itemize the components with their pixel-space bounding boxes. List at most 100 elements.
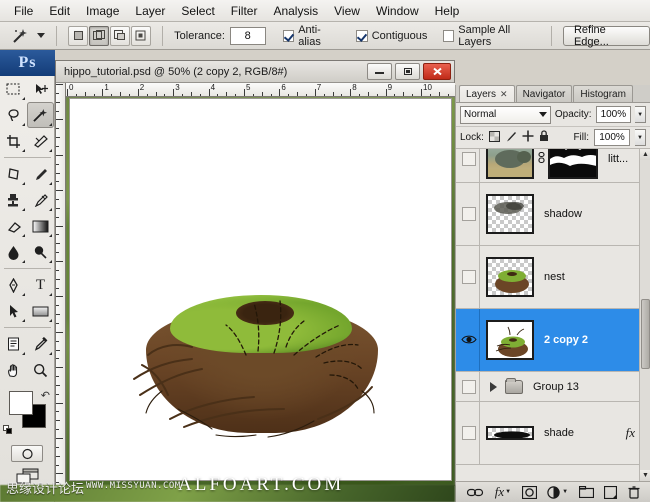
tolerance-input[interactable]: 8 bbox=[229, 26, 266, 45]
eye-icon-off[interactable] bbox=[461, 426, 476, 440]
canvas-area[interactable] bbox=[66, 97, 455, 486]
layer-visibility-cell[interactable] bbox=[458, 149, 480, 182]
magic-wand-icon[interactable] bbox=[8, 25, 32, 47]
layer-visibility-cell[interactable] bbox=[458, 183, 480, 245]
new-group-button[interactable] bbox=[578, 486, 594, 498]
menu-item-view[interactable]: View bbox=[326, 2, 368, 20]
table-row[interactable]: 2 copy 2 bbox=[456, 309, 650, 372]
layer-mask-link-icon[interactable] bbox=[536, 151, 546, 167]
add-to-selection-button[interactable] bbox=[89, 25, 110, 46]
dodge-tool[interactable] bbox=[27, 239, 54, 265]
eye-icon-off[interactable] bbox=[461, 270, 476, 284]
blur-tool[interactable] bbox=[0, 239, 27, 265]
layers-scrollbar[interactable]: ▲ ▼ bbox=[639, 149, 650, 481]
delete-layer-button[interactable] bbox=[628, 485, 640, 499]
tab-layers[interactable]: Layers ✕ bbox=[459, 85, 515, 102]
hand-tool[interactable] bbox=[0, 357, 27, 383]
new-adjustment-layer-button[interactable]: ▼ bbox=[547, 485, 568, 499]
menu-item-edit[interactable]: Edit bbox=[41, 2, 78, 20]
lock-all-icon[interactable] bbox=[539, 130, 549, 145]
menu-item-layer[interactable]: Layer bbox=[127, 2, 173, 20]
contiguous-check-icon[interactable] bbox=[355, 29, 368, 42]
menu-item-help[interactable]: Help bbox=[427, 2, 468, 20]
layer-name[interactable]: shade bbox=[544, 427, 574, 439]
quick-mask-mode-button[interactable] bbox=[11, 445, 43, 462]
chevron-down-icon[interactable] bbox=[538, 112, 547, 117]
new-selection-button[interactable] bbox=[68, 25, 89, 46]
eraser-tool[interactable] bbox=[0, 213, 27, 239]
layer-visibility-cell[interactable] bbox=[458, 402, 480, 464]
fill-slider-chevron-icon[interactable]: ▼ bbox=[635, 129, 646, 146]
sample-all-layers-checkbox[interactable]: Sample All Layers bbox=[442, 24, 540, 48]
menu-item-window[interactable]: Window bbox=[368, 2, 427, 20]
magic-wand-tool[interactable] bbox=[27, 102, 54, 128]
new-layer-button[interactable] bbox=[604, 485, 618, 499]
layer-mask-thumbnail[interactable] bbox=[548, 149, 598, 179]
layers-list[interactable]: litt... shadow nest 2 copy 2 Group 13 sh… bbox=[456, 149, 650, 481]
history-brush-tool[interactable] bbox=[27, 187, 54, 213]
brush-tool[interactable] bbox=[27, 161, 54, 187]
opacity-input[interactable]: 100% bbox=[595, 106, 632, 123]
table-row[interactable]: Group 13 bbox=[456, 372, 650, 402]
menu-item-select[interactable]: Select bbox=[173, 2, 222, 20]
patch-tool[interactable] bbox=[0, 161, 27, 187]
close-button[interactable] bbox=[423, 63, 451, 80]
table-row[interactable]: nest bbox=[456, 246, 650, 309]
anti-alias-check-icon[interactable] bbox=[282, 29, 295, 42]
notes-tool[interactable] bbox=[0, 331, 27, 357]
layer-style-button[interactable]: fx ▼ bbox=[495, 484, 511, 500]
slice-tool[interactable] bbox=[27, 128, 54, 154]
tab-histogram[interactable]: Histogram bbox=[573, 85, 633, 102]
pen-tool[interactable] bbox=[0, 272, 27, 298]
layer-thumbnail[interactable] bbox=[486, 320, 534, 360]
lock-image-pixels-icon[interactable] bbox=[505, 131, 517, 145]
eye-icon-on[interactable] bbox=[460, 334, 477, 347]
lock-transparent-pixels-icon[interactable] bbox=[488, 130, 500, 145]
lasso-tool[interactable] bbox=[0, 102, 27, 128]
rectangular-marquee-tool[interactable] bbox=[0, 76, 27, 102]
subtract-from-selection-button[interactable] bbox=[110, 25, 131, 46]
zoom-tool[interactable] bbox=[27, 357, 54, 383]
menu-item-analysis[interactable]: Analysis bbox=[265, 2, 326, 20]
document-canvas[interactable] bbox=[70, 99, 451, 480]
layer-visibility-cell[interactable] bbox=[458, 309, 480, 371]
crop-tool[interactable] bbox=[0, 128, 27, 154]
horizontal-type-tool[interactable]: T bbox=[27, 272, 54, 298]
maximize-button[interactable] bbox=[395, 63, 420, 80]
eye-icon-off[interactable] bbox=[461, 151, 476, 166]
path-selection-tool[interactable] bbox=[0, 298, 27, 324]
anti-alias-checkbox[interactable]: Anti-alias bbox=[282, 24, 340, 48]
scroll-down-icon[interactable]: ▼ bbox=[640, 470, 650, 481]
layer-name[interactable]: litt... bbox=[608, 153, 628, 165]
menu-item-filter[interactable]: Filter bbox=[223, 2, 266, 20]
close-icon[interactable]: ✕ bbox=[500, 89, 508, 100]
lock-position-icon[interactable] bbox=[522, 130, 534, 145]
layer-name[interactable]: 2 copy 2 bbox=[544, 334, 588, 346]
refine-edge-button[interactable]: Refine Edge... bbox=[562, 24, 650, 48]
clone-stamp-tool[interactable] bbox=[0, 187, 27, 213]
tab-navigator[interactable]: Navigator bbox=[515, 85, 573, 102]
layer-name[interactable]: Group 13 bbox=[533, 381, 579, 393]
eyedropper-tool[interactable] bbox=[27, 331, 54, 357]
gradient-tool[interactable] bbox=[27, 213, 54, 239]
layer-thumbnail[interactable] bbox=[486, 149, 534, 179]
table-row[interactable]: litt... bbox=[456, 149, 650, 183]
eye-icon-off[interactable] bbox=[461, 379, 476, 394]
contiguous-checkbox[interactable]: Contiguous bbox=[355, 29, 427, 42]
minimize-button[interactable] bbox=[367, 63, 392, 80]
foreground-color-swatch[interactable] bbox=[9, 391, 33, 415]
layer-thumbnail[interactable] bbox=[486, 257, 534, 297]
scroll-up-icon[interactable]: ▲ bbox=[640, 149, 650, 160]
chevron-right-icon[interactable] bbox=[490, 381, 497, 392]
table-row[interactable]: shadow bbox=[456, 183, 650, 246]
menu-item-file[interactable]: File bbox=[6, 2, 41, 20]
sample-all-layers-check-icon[interactable] bbox=[442, 29, 455, 42]
scrollbar-thumb[interactable] bbox=[641, 299, 650, 369]
rectangle-tool[interactable] bbox=[27, 298, 54, 324]
tool-preset-chevron-down-icon[interactable] bbox=[37, 33, 46, 38]
layer-thumbnail[interactable] bbox=[486, 194, 534, 234]
move-tool[interactable] bbox=[27, 76, 54, 102]
layer-visibility-cell[interactable] bbox=[458, 246, 480, 308]
default-colors-icon[interactable] bbox=[3, 425, 13, 435]
layer-thumbnail[interactable] bbox=[486, 426, 534, 440]
